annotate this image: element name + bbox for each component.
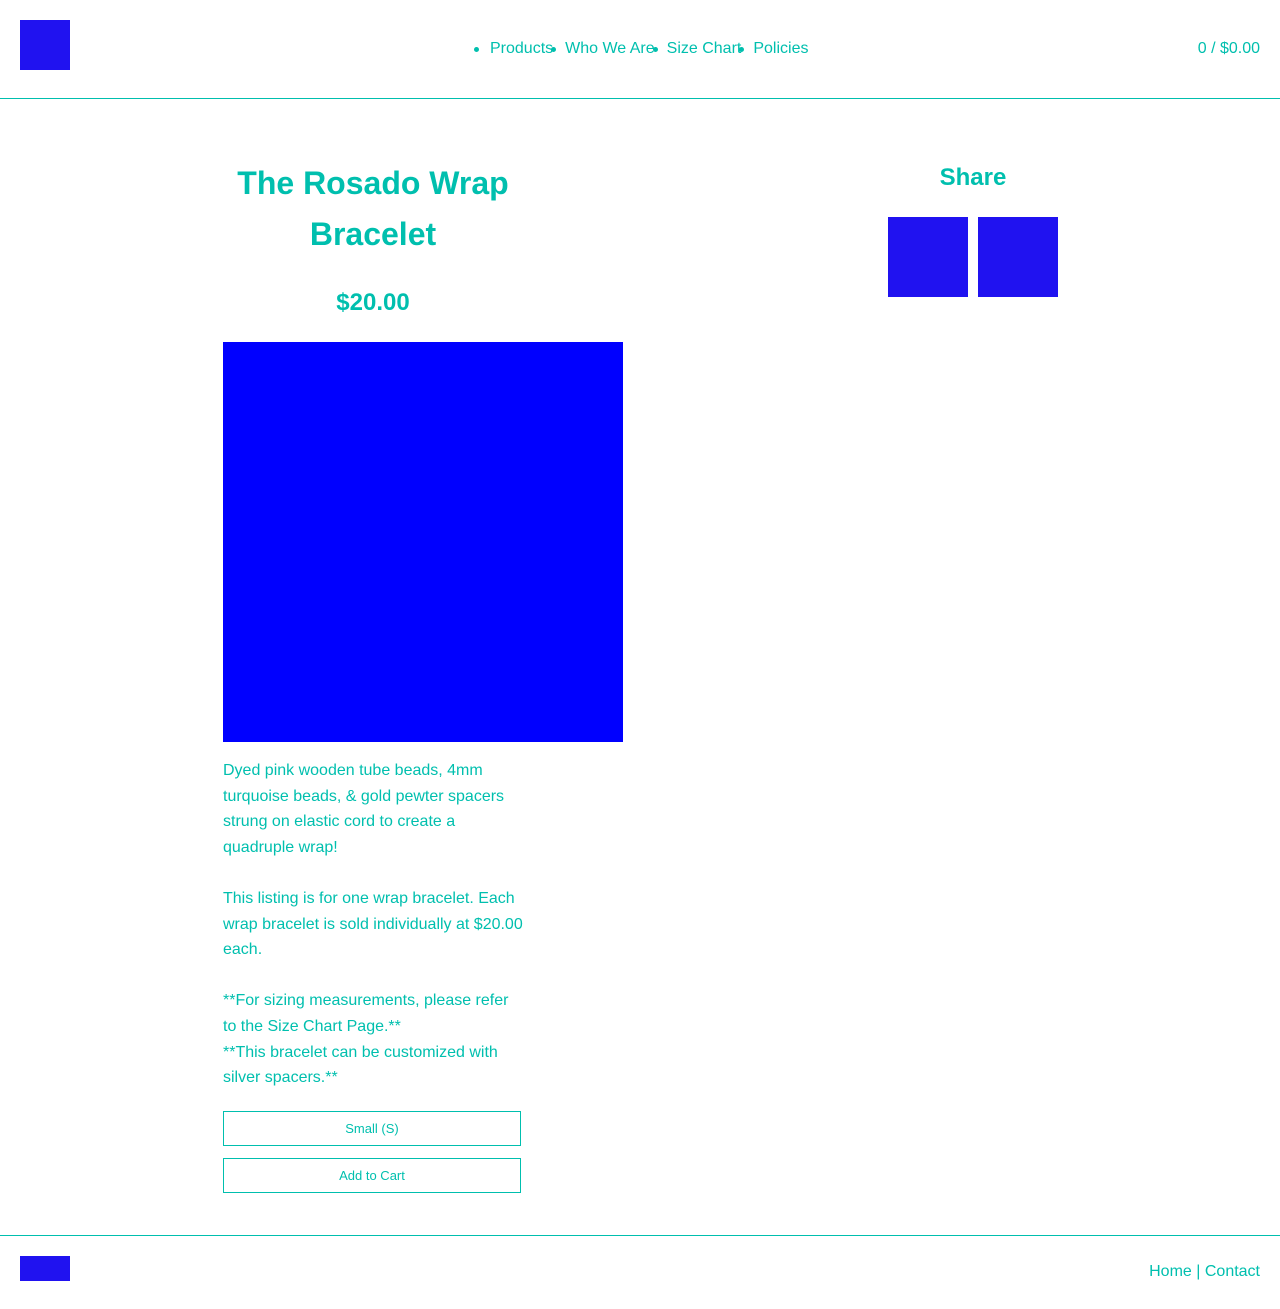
product-title: The Rosado Wrap Bracelet: [237, 165, 509, 252]
footer-link-home[interactable]: Home: [1149, 1263, 1192, 1280]
cart-summary-link[interactable]: 0 / $0.00: [1198, 37, 1260, 61]
nav-link-products[interactable]: Products: [490, 40, 553, 57]
footer-logo[interactable]: [20, 1256, 70, 1281]
site-header: Products Who We Are Size Chart Policies …: [0, 0, 1280, 99]
nav-link-size-chart[interactable]: Size Chart: [667, 40, 742, 57]
description-paragraph: Dyed pink wooden tube beads, 4mm turquoi…: [223, 762, 505, 856]
product-description: Dyed pink wooden tube beads, 4mm turquoi…: [223, 758, 523, 1091]
description-note: **This bracelet can be customized with s…: [223, 1043, 498, 1087]
description-paragraph: This listing is for one wrap bracelet. E…: [223, 889, 523, 959]
footer-separator: |: [1191, 1263, 1205, 1280]
nav-link-who-we-are[interactable]: Who We Are: [565, 40, 655, 57]
nav-item-products[interactable]: Products: [473, 37, 553, 61]
product-image[interactable]: [223, 342, 623, 742]
add-to-cart-button[interactable]: Add to Cart: [223, 1158, 521, 1193]
footer-link-contact[interactable]: Contact: [1205, 1263, 1260, 1280]
main-nav: Products Who We Are Size Chart Policies: [473, 37, 811, 61]
share-button-1[interactable]: [888, 217, 968, 297]
footer-links: Home | Contact: [1149, 1260, 1260, 1284]
nav-link-policies[interactable]: Policies: [753, 40, 808, 57]
description-note: **For sizing measurements, please refer …: [223, 992, 509, 1035]
nav-item-who-we-are[interactable]: Who We Are: [551, 37, 655, 61]
size-select[interactable]: Small (S): [223, 1111, 521, 1146]
product-price: $20.00: [336, 289, 410, 316]
share-button-2[interactable]: [978, 217, 1058, 297]
share-title: Share: [939, 164, 1007, 191]
site-logo[interactable]: [20, 20, 70, 70]
nav-item-policies[interactable]: Policies: [739, 37, 809, 61]
nav-item-size-chart[interactable]: Size Chart: [652, 37, 742, 61]
site-footer: Home | Contact: [0, 1235, 1280, 1309]
